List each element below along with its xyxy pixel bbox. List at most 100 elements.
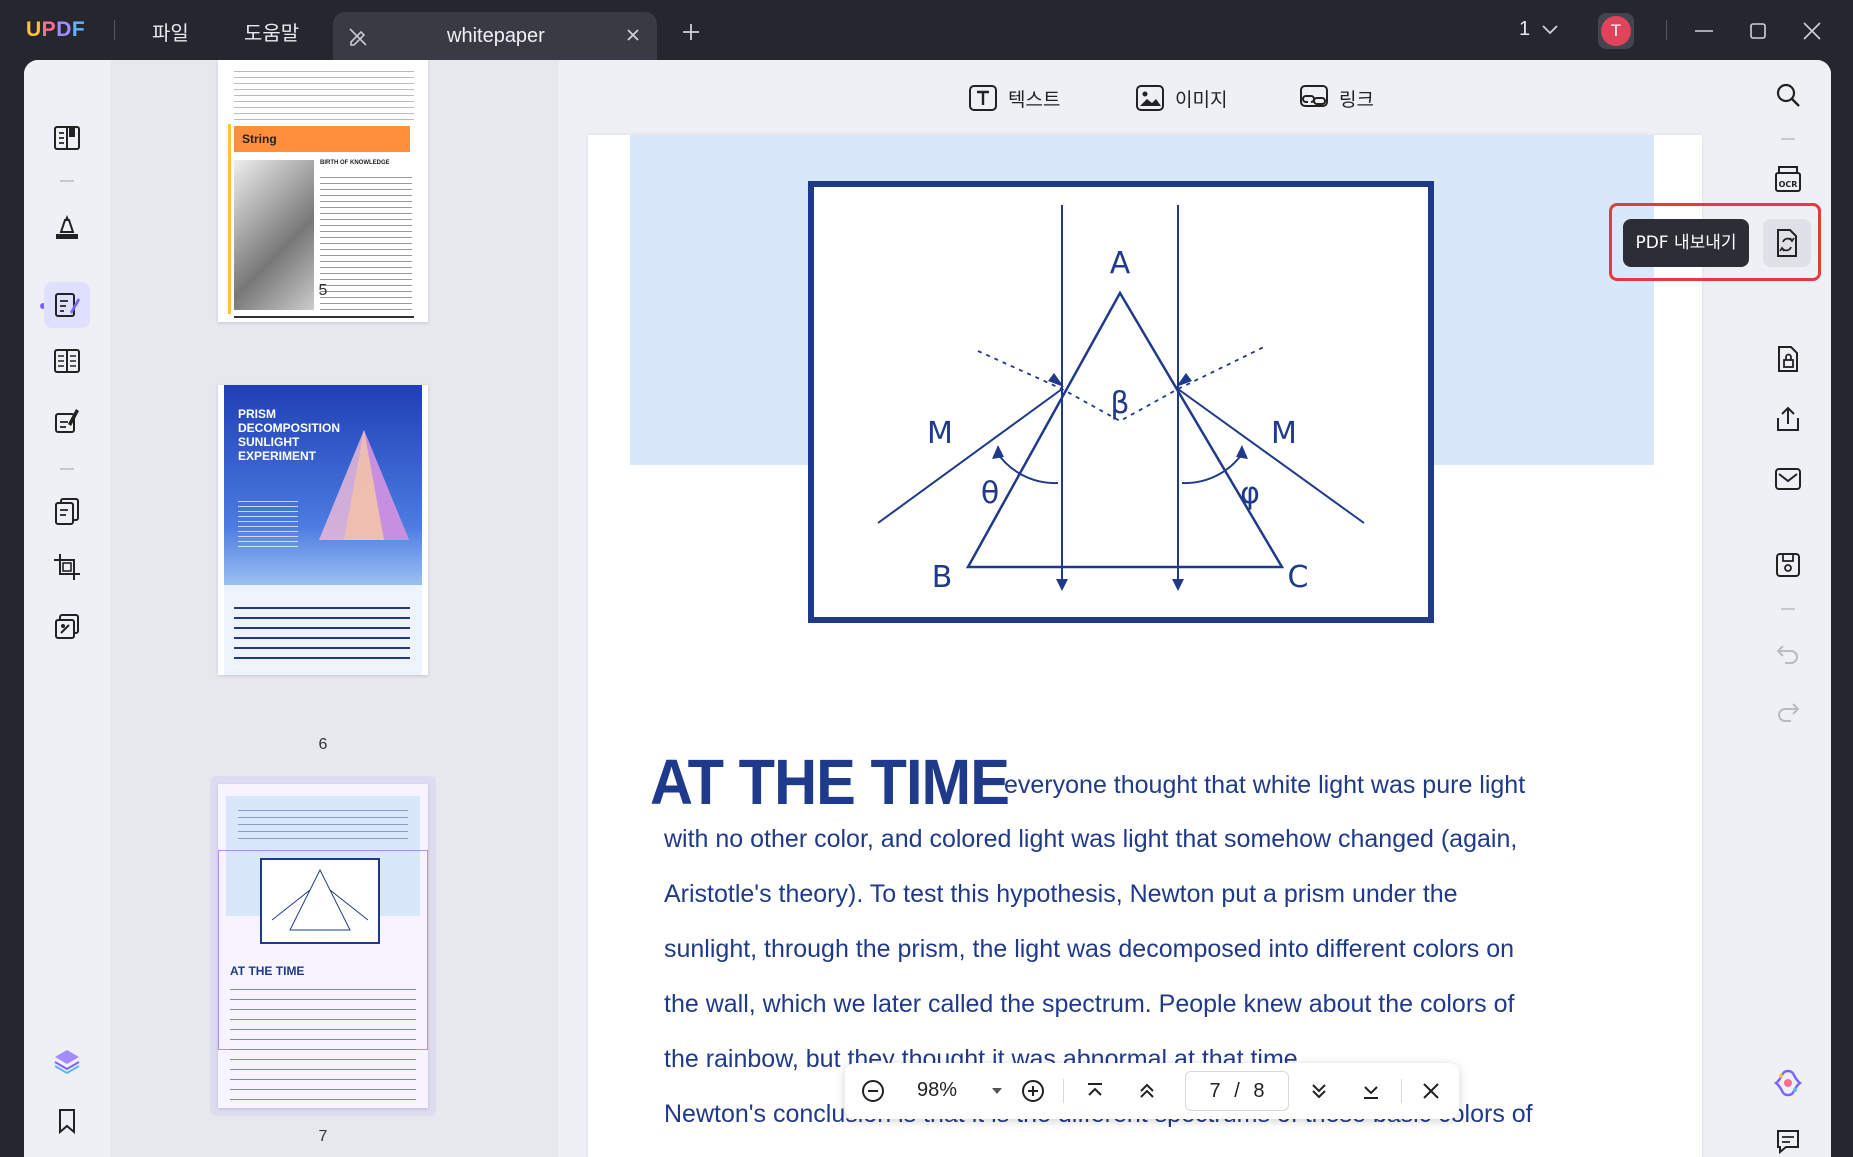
page-headline: AT THE TIME [650,746,1010,818]
updf-logo[interactable]: UPDF [26,18,85,42]
menu-help[interactable]: 도움말 [244,17,299,46]
reader-icon [54,126,80,150]
reader-button[interactable] [44,115,90,161]
protect-button[interactable] [1765,336,1811,382]
thumb-divider [234,316,414,318]
thumb-text-lines [234,66,414,122]
thumbnail-number: 6 [318,736,328,753]
close-tab-icon[interactable] [623,25,643,45]
page-number-input[interactable]: 7 / 8 [1185,1071,1289,1111]
edit-pdf-button[interactable] [44,282,90,328]
layers-icon [54,1050,80,1075]
document-tab[interactable]: whitepaper [333,12,657,62]
edit-image-button[interactable]: 이미지 [1135,78,1227,118]
undo-icon [1776,645,1798,664]
redo-icon [1778,703,1800,722]
organize-button[interactable] [44,338,90,384]
toolbar-divider [60,468,74,470]
close-window-icon[interactable] [1801,20,1823,42]
first-page-button[interactable] [1079,1075,1111,1107]
diagram-label-m-right: M [1271,416,1297,451]
diagram-label-c: C [1288,560,1309,595]
edit-text-button[interactable]: 텍스트 [968,78,1060,118]
toolbar-divider [1781,608,1795,610]
body-text-line: everyone thought that white light was pu… [1004,771,1526,799]
undo-button[interactable] [1765,630,1811,676]
crop-button[interactable] [44,544,90,590]
tab-title: whitepaper [447,25,545,47]
comments-list-button[interactable] [1765,1118,1811,1157]
redo-button[interactable] [1765,688,1811,734]
zoom-in-icon [1022,1080,1044,1102]
edit-off-icon [349,28,367,46]
layers-button[interactable] [44,1038,90,1084]
zoom-out-button[interactable] [857,1075,889,1107]
export-pdf-button[interactable] [1763,219,1811,267]
chevron-down-icon[interactable] [1540,22,1560,38]
diagram-label-m-left: M [927,416,953,451]
thumb-section-label: String [234,126,410,152]
pages-icon [55,498,79,525]
share-button[interactable] [1765,396,1811,442]
next-page-button[interactable] [1303,1075,1335,1107]
first-page-icon [1088,1083,1102,1096]
page-indicator[interactable]: 1 [1519,18,1530,41]
thumb-text-lines [230,980,416,1100]
text-icon [969,85,997,111]
last-page-icon [1364,1086,1378,1099]
left-toolbar [24,60,110,1157]
caret-down-icon [992,1088,1002,1094]
diagram-label-b: B [932,560,953,595]
maximize-icon[interactable] [1747,20,1769,42]
zoom-level[interactable]: 98% [917,1079,957,1102]
diagram-label-beta: β [1110,386,1129,421]
new-tab-icon[interactable] [680,21,702,43]
minimize-icon[interactable] [1693,20,1715,42]
ocr-button[interactable]: OCR [1765,156,1811,202]
toolbar-divider [60,180,74,182]
email-button[interactable] [1765,456,1811,502]
double-chevron-down-icon [1312,1084,1326,1099]
search-icon [1776,83,1800,107]
fill-sign-button[interactable] [44,398,90,444]
double-chevron-up-icon [1140,1083,1154,1098]
bookmark-button[interactable] [44,1098,90,1144]
body-text-line: the wall, which we later called the spec… [664,990,1515,1018]
close-nav-button[interactable] [1415,1075,1447,1107]
organize-icon [54,349,80,373]
thumb-text-lines [234,599,410,659]
export-tooltip: PDF 내보내기 [1623,219,1749,267]
thumb-text-lines [238,804,408,840]
nav-separator [1063,1079,1064,1103]
toolbar-divider [1781,138,1795,140]
thumbnail-page-6[interactable]: PRISM DECOMPOSITION SUNLIGHT EXPERIMENT [218,385,428,675]
last-page-button[interactable] [1355,1075,1387,1107]
zoom-dropdown-button[interactable] [981,1075,1013,1107]
edit-pdf-icon [55,293,80,317]
email-icon [1775,468,1801,490]
title-separator [114,20,115,40]
zoom-in-button[interactable] [1017,1075,1049,1107]
save-button[interactable] [1765,542,1811,588]
thumbnail-panel: String BIRTH OF KNOWLEDGE 5 PRISM DECOMP… [110,60,558,1157]
export-pdf-icon [1777,229,1797,257]
thumbnail-page-7[interactable]: AT THE TIME [218,784,428,1108]
thumb-blue-panel [224,585,422,675]
edit-link-button[interactable]: 링크 [1299,78,1374,118]
image-icon [1136,85,1164,111]
comment-button[interactable] [44,204,90,250]
thumbnail-number: 7 [318,1128,328,1145]
ai-assistant-button[interactable] [1765,1060,1811,1106]
watermark-button[interactable] [44,604,90,650]
ai-icon [1773,1069,1803,1097]
pages-button[interactable] [44,488,90,534]
thumb-cover-image: PRISM DECOMPOSITION SUNLIGHT EXPERIMENT [224,385,422,585]
title-separator [1666,20,1667,40]
previous-page-button[interactable] [1131,1075,1163,1107]
user-avatar[interactable]: T [1598,13,1634,49]
thumb-subheading: BIRTH OF KNOWLEDGE [320,160,390,166]
pdf-page[interactable]: A β M M θ φ B C AT THE TIME everyone tho… [588,135,1702,1157]
menu-file[interactable]: 파일 [152,17,189,46]
search-button[interactable] [1765,72,1811,118]
diagram-label-phi: φ [1240,476,1260,511]
